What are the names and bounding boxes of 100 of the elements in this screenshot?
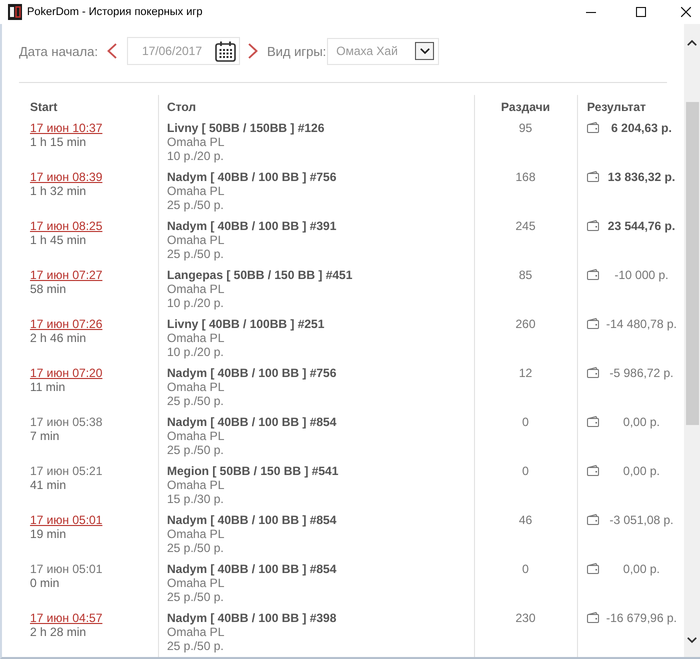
stakes-text: 10 р./20 р. (167, 149, 224, 163)
scrollbar[interactable] (684, 24, 700, 657)
game-type: Omaha PL (167, 625, 224, 639)
game-type: Omaha PL (167, 233, 224, 247)
stakes-text: 25 р./50 р. (167, 590, 224, 604)
game-type: Omaha PL (167, 576, 224, 590)
duration-text: 58 min (30, 282, 66, 296)
result-amount: 13 836,32 р. (608, 170, 676, 184)
chevron-right-icon[interactable] (248, 43, 258, 59)
start-time: 17 июн 05:38 (30, 415, 102, 429)
maximize-icon (636, 7, 646, 17)
wallet-icon (587, 563, 599, 574)
duration-text: 19 min (30, 527, 66, 541)
date-link[interactable]: 17 июн 05:01 (30, 513, 102, 527)
date-link[interactable]: 17 июн 04:57 (30, 611, 102, 625)
wallet-icon (587, 612, 599, 623)
date-link[interactable]: 17 июн 07:27 (30, 268, 102, 282)
table-name: Megion [ 50BB / 150 BB ] #541 (167, 464, 338, 478)
hands-count: 12 (518, 366, 532, 380)
wallet-icon (587, 416, 599, 427)
wallet-icon (587, 171, 599, 182)
result-amount: 0,00 р. (623, 464, 660, 478)
wallet-icon (587, 122, 599, 133)
stakes-text: 25 р./50 р. (167, 443, 224, 457)
table-name: Livny [ 50BB / 150BB ] #126 (167, 121, 324, 135)
table-name: Nadym [ 40BB / 100 BB ] #391 (167, 219, 336, 233)
hands-count: 95 (518, 121, 532, 135)
logo-icon (8, 4, 22, 20)
wallet-icon (587, 220, 599, 231)
result-amount: -10 000 р. (614, 268, 669, 282)
duration-text: 1 h 32 min (30, 184, 86, 198)
duration-text: 1 h 15 min (30, 135, 86, 149)
column-header: Start (30, 100, 58, 114)
duration-text: 2 h 28 min (30, 625, 86, 639)
table-name: Nadym [ 40BB / 100 BB ] #756 (167, 366, 336, 380)
date-link[interactable]: 17 июн 10:37 (30, 121, 102, 135)
chevron-down-icon[interactable] (687, 637, 697, 643)
column-header: Раздачи (501, 100, 550, 114)
game-type: Omaha PL (167, 184, 224, 198)
date-link[interactable]: 17 июн 08:25 (30, 219, 102, 233)
duration-text: 41 min (30, 478, 66, 492)
wallet-icon (587, 367, 599, 378)
chevron-up-icon[interactable] (687, 40, 697, 46)
date-link[interactable]: 17 июн 07:26 (30, 317, 102, 331)
duration-text: 11 min (30, 380, 66, 394)
chevron-down-icon (420, 48, 430, 54)
result-amount: 0,00 р. (623, 415, 660, 429)
duration-text: 7 min (30, 429, 60, 443)
column-header: Результат (587, 100, 646, 114)
table-name: Nadym [ 40BB / 100 BB ] #398 (167, 611, 336, 625)
date-link[interactable]: 17 июн 08:39 (30, 170, 102, 184)
table-name: Livny [ 40BB / 100BB ] #251 (167, 317, 324, 331)
hands-count: 85 (518, 268, 532, 282)
stakes-text: 15 р./30 р. (167, 492, 224, 506)
result-amount: -3 051,08 р. (609, 513, 674, 527)
game-type-label: Вид игры: (266, 44, 326, 58)
scrollbar-thumb[interactable] (686, 102, 698, 425)
wallet-icon (587, 318, 599, 329)
stakes-text: 10 р./20 р. (167, 296, 224, 310)
result-amount: 23 544,76 р. (608, 219, 676, 233)
duration-text: 1 h 45 min (30, 233, 86, 247)
duration-text: 0 min (30, 576, 60, 590)
game-type: Omaha PL (167, 282, 224, 296)
table-name: Nadym [ 40BB / 100 BB ] #756 (167, 170, 336, 184)
game-type: Omaha PL (167, 527, 224, 541)
calendar-icon[interactable] (214, 40, 236, 62)
hands-count: 245 (515, 219, 536, 233)
stakes-text: 25 р./50 р. (167, 541, 224, 555)
wallet-icon (587, 465, 599, 476)
table-name: Langepas [ 50BB / 150 BB ] #451 (167, 268, 352, 282)
chevron-left-icon[interactable] (106, 43, 117, 59)
table-name: Nadym [ 40BB / 100 BB ] #854 (167, 562, 336, 576)
date-label: Дата начала: (19, 44, 98, 58)
hands-count: 230 (515, 611, 536, 625)
hands-count: 260 (515, 317, 536, 331)
stakes-text: 25 р./50 р. (167, 639, 224, 653)
result-amount: 6 204,63 р. (611, 121, 672, 135)
stakes-text: 25 р./50 р. (167, 198, 224, 212)
wallet-icon (587, 514, 599, 525)
result-amount: 0,00 р. (623, 562, 660, 576)
game-type: Omaha PL (167, 135, 224, 149)
hands-count: 168 (515, 170, 536, 184)
hands-count: 0 (522, 464, 529, 478)
close-icon (681, 7, 691, 17)
hands-count: 0 (522, 562, 529, 576)
hands-count: 46 (518, 513, 532, 527)
game-type: Omaha PL (167, 429, 224, 443)
game-type: Omaha PL (167, 380, 224, 394)
stakes-text: 10 р./20 р. (167, 345, 224, 359)
column-header: Стол (167, 100, 196, 114)
table-name: Nadym [ 40BB / 100 BB ] #854 (167, 513, 336, 527)
hands-count: 0 (522, 415, 529, 429)
game-type: Omaha PL (167, 331, 224, 345)
window-title: PokerDom - История покерных игр (27, 6, 203, 18)
table-name: Nadym [ 40BB / 100 BB ] #854 (167, 415, 336, 429)
dropdown-button[interactable] (415, 42, 434, 60)
duration-text: 2 h 46 min (30, 331, 86, 345)
stakes-text: 25 р./50 р. (167, 247, 224, 261)
result-amount: -5 986,72 р. (609, 366, 674, 380)
date-link[interactable]: 17 июн 07:20 (30, 366, 102, 380)
